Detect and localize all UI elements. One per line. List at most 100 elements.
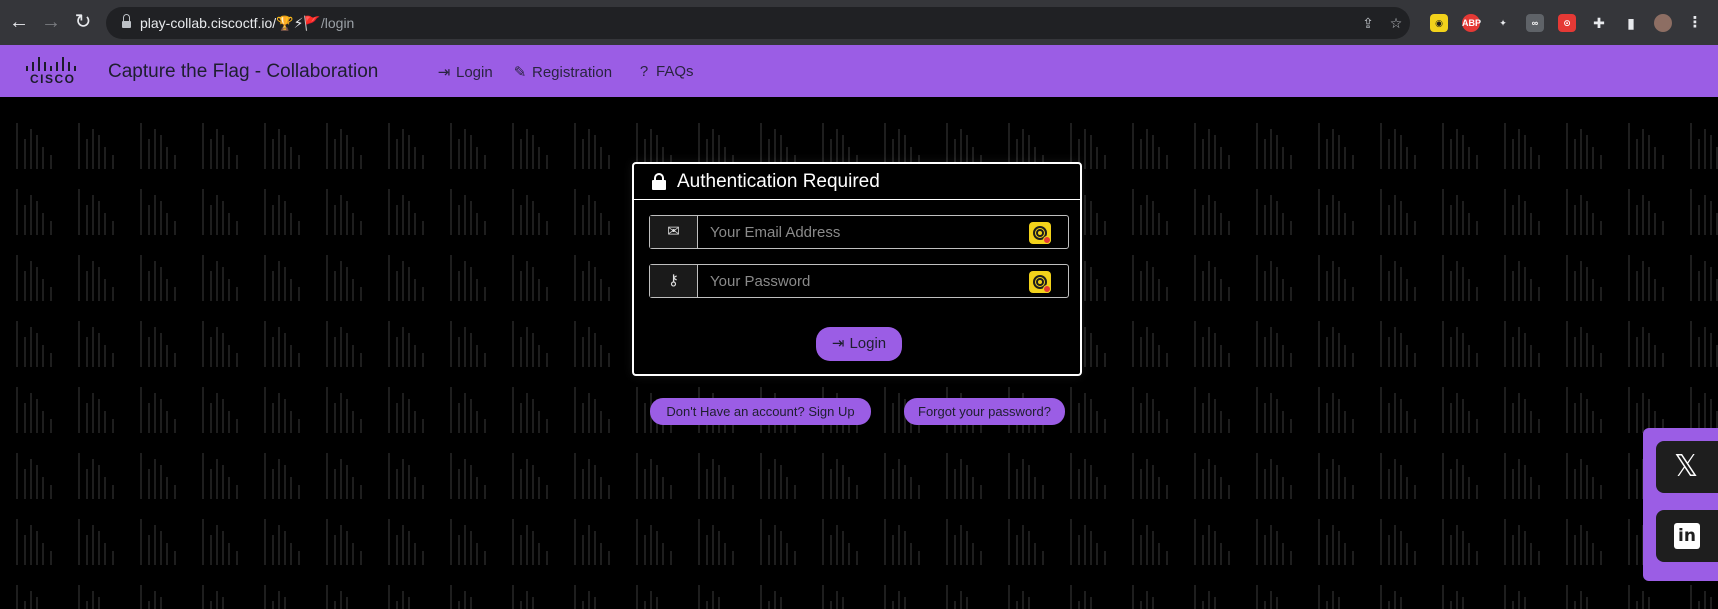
flag-pattern-mark — [326, 123, 372, 169]
flag-pattern-mark — [1194, 255, 1240, 301]
flag-pattern-mark — [78, 321, 124, 367]
flag-pattern-mark — [1380, 519, 1426, 565]
flag-pattern-mark — [698, 453, 744, 499]
reload-icon[interactable]: ↻ — [72, 11, 94, 33]
email-input[interactable] — [699, 216, 1029, 248]
flag-pattern-mark — [264, 453, 310, 499]
flag-pattern-mark — [1442, 585, 1488, 609]
extensions-puzzle-icon[interactable]: ✚ — [1590, 14, 1608, 32]
flag-pattern-mark — [1256, 255, 1302, 301]
share-icon[interactable]: ⇪ — [1360, 15, 1376, 31]
flag-pattern-mark — [388, 321, 434, 367]
side-panel-icon[interactable]: ▮ — [1622, 14, 1640, 32]
profile-avatar[interactable] — [1654, 14, 1672, 32]
flag-pattern-mark — [202, 519, 248, 565]
flag-pattern-mark — [1690, 321, 1718, 367]
login-button[interactable]: ⇥ Login — [816, 327, 902, 361]
flag-pattern-mark — [202, 255, 248, 301]
password-manager-extension-icon[interactable]: ◉ — [1430, 14, 1448, 32]
flag-pattern-mark — [388, 453, 434, 499]
flag-pattern-mark — [1690, 585, 1718, 609]
flag-pattern-mark — [78, 453, 124, 499]
browser-toolbar: ← → ↻ play-collab.ciscoctf.io/🏆⚡🚩/login … — [0, 0, 1718, 45]
forgot-password-link[interactable]: Forgot your password? — [904, 398, 1065, 425]
flag-pattern-mark — [1690, 123, 1718, 169]
cisco-logo[interactable]: CISCO — [26, 57, 80, 87]
nav-login[interactable]: ⇥ Login — [436, 63, 493, 81]
flag-pattern-mark — [1504, 519, 1550, 565]
flag-pattern-mark — [1566, 255, 1612, 301]
flag-pattern-mark — [1628, 189, 1674, 235]
bookmark-star-icon[interactable]: ☆ — [1388, 15, 1404, 31]
flag-pattern-mark — [16, 321, 62, 367]
flag-pattern-mark — [1318, 321, 1364, 367]
address-bar[interactable]: play-collab.ciscoctf.io/🏆⚡🚩/login ⇪ ☆ — [106, 7, 1410, 39]
flag-pattern-mark — [574, 255, 620, 301]
flag-pattern-mark — [1070, 519, 1116, 565]
back-arrow-icon[interactable]: ← — [8, 11, 30, 33]
flag-pattern-mark — [822, 585, 868, 609]
flag-pattern-mark — [16, 453, 62, 499]
red-circle-extension-icon[interactable]: ⊙ — [1558, 14, 1576, 32]
flag-pattern-mark — [326, 585, 372, 609]
flag-pattern-mark — [1256, 519, 1302, 565]
flag-pattern-mark — [1132, 585, 1178, 609]
flag-pattern-mark — [1008, 585, 1054, 609]
flag-pattern-mark — [946, 585, 992, 609]
flag-pattern-mark — [1566, 189, 1612, 235]
nav-faqs[interactable]: ? FAQs — [636, 63, 694, 80]
flag-pattern-mark — [1380, 123, 1426, 169]
flag-pattern-mark — [264, 321, 310, 367]
envelope-icon: ✉ — [650, 216, 698, 248]
flag-pattern-mark — [1442, 519, 1488, 565]
flag-pattern-mark — [1442, 255, 1488, 301]
flag-pattern-mark — [1504, 255, 1550, 301]
flag-pattern-mark — [1690, 387, 1718, 433]
adblock-extension-icon[interactable]: ABP — [1462, 14, 1481, 32]
linkedin-button[interactable]: in — [1656, 510, 1718, 562]
brand-title[interactable]: Capture the Flag - Collaboration — [108, 61, 378, 83]
password-input[interactable] — [699, 265, 1029, 297]
puzzle-counter-extension-icon[interactable]: ✦ — [1494, 14, 1512, 32]
x-twitter-button[interactable]: 𝕏 — [1656, 441, 1718, 493]
flag-pattern-mark — [78, 585, 124, 609]
flag-pattern-mark — [1504, 453, 1550, 499]
flag-pattern-mark — [140, 123, 186, 169]
site-navbar: CISCO Capture the Flag - Collaboration ⇥… — [0, 45, 1718, 97]
flag-pattern-mark — [760, 585, 806, 609]
login-card: Authentication Required ✉ ⚷ ⇥Login — [632, 162, 1082, 376]
flag-pattern-mark — [1256, 321, 1302, 367]
flag-pattern-mark — [512, 585, 558, 609]
glasses-extension-icon[interactable]: ∞ — [1526, 14, 1544, 32]
flag-pattern-mark — [1132, 453, 1178, 499]
flag-pattern-mark — [1318, 123, 1364, 169]
flag-pattern-mark — [1504, 189, 1550, 235]
flag-pattern-mark — [1628, 387, 1674, 433]
flag-pattern-mark — [1132, 387, 1178, 433]
password-manager-icon[interactable] — [1029, 222, 1051, 244]
flag-pattern-mark — [1442, 453, 1488, 499]
flag-pattern-mark — [1132, 519, 1178, 565]
flag-pattern-mark — [1318, 585, 1364, 609]
flag-pattern-mark — [1566, 453, 1612, 499]
forward-arrow-icon[interactable]: → — [40, 11, 62, 33]
flag-pattern-mark — [1566, 387, 1612, 433]
flag-pattern-mark — [884, 585, 930, 609]
flag-pattern-mark — [822, 519, 868, 565]
password-manager-icon[interactable] — [1029, 271, 1051, 293]
flag-pattern-mark — [512, 189, 558, 235]
card-title: Authentication Required — [677, 171, 880, 192]
flag-pattern-mark — [1628, 585, 1674, 609]
flag-pattern-mark — [326, 321, 372, 367]
flag-pattern-mark — [450, 255, 496, 301]
flag-pattern-mark — [1008, 519, 1054, 565]
nav-registration[interactable]: ✎ Registration — [512, 63, 612, 81]
flag-pattern-mark — [140, 387, 186, 433]
flag-pattern-mark — [1380, 189, 1426, 235]
flag-pattern-mark — [1194, 321, 1240, 367]
kebab-menu-icon[interactable]: ⋮ — [1686, 14, 1704, 32]
flag-pattern-mark — [264, 189, 310, 235]
key-icon: ⚷ — [650, 265, 698, 297]
flag-pattern-mark — [1504, 387, 1550, 433]
signup-link[interactable]: Don't Have an account? Sign Up — [650, 398, 871, 425]
